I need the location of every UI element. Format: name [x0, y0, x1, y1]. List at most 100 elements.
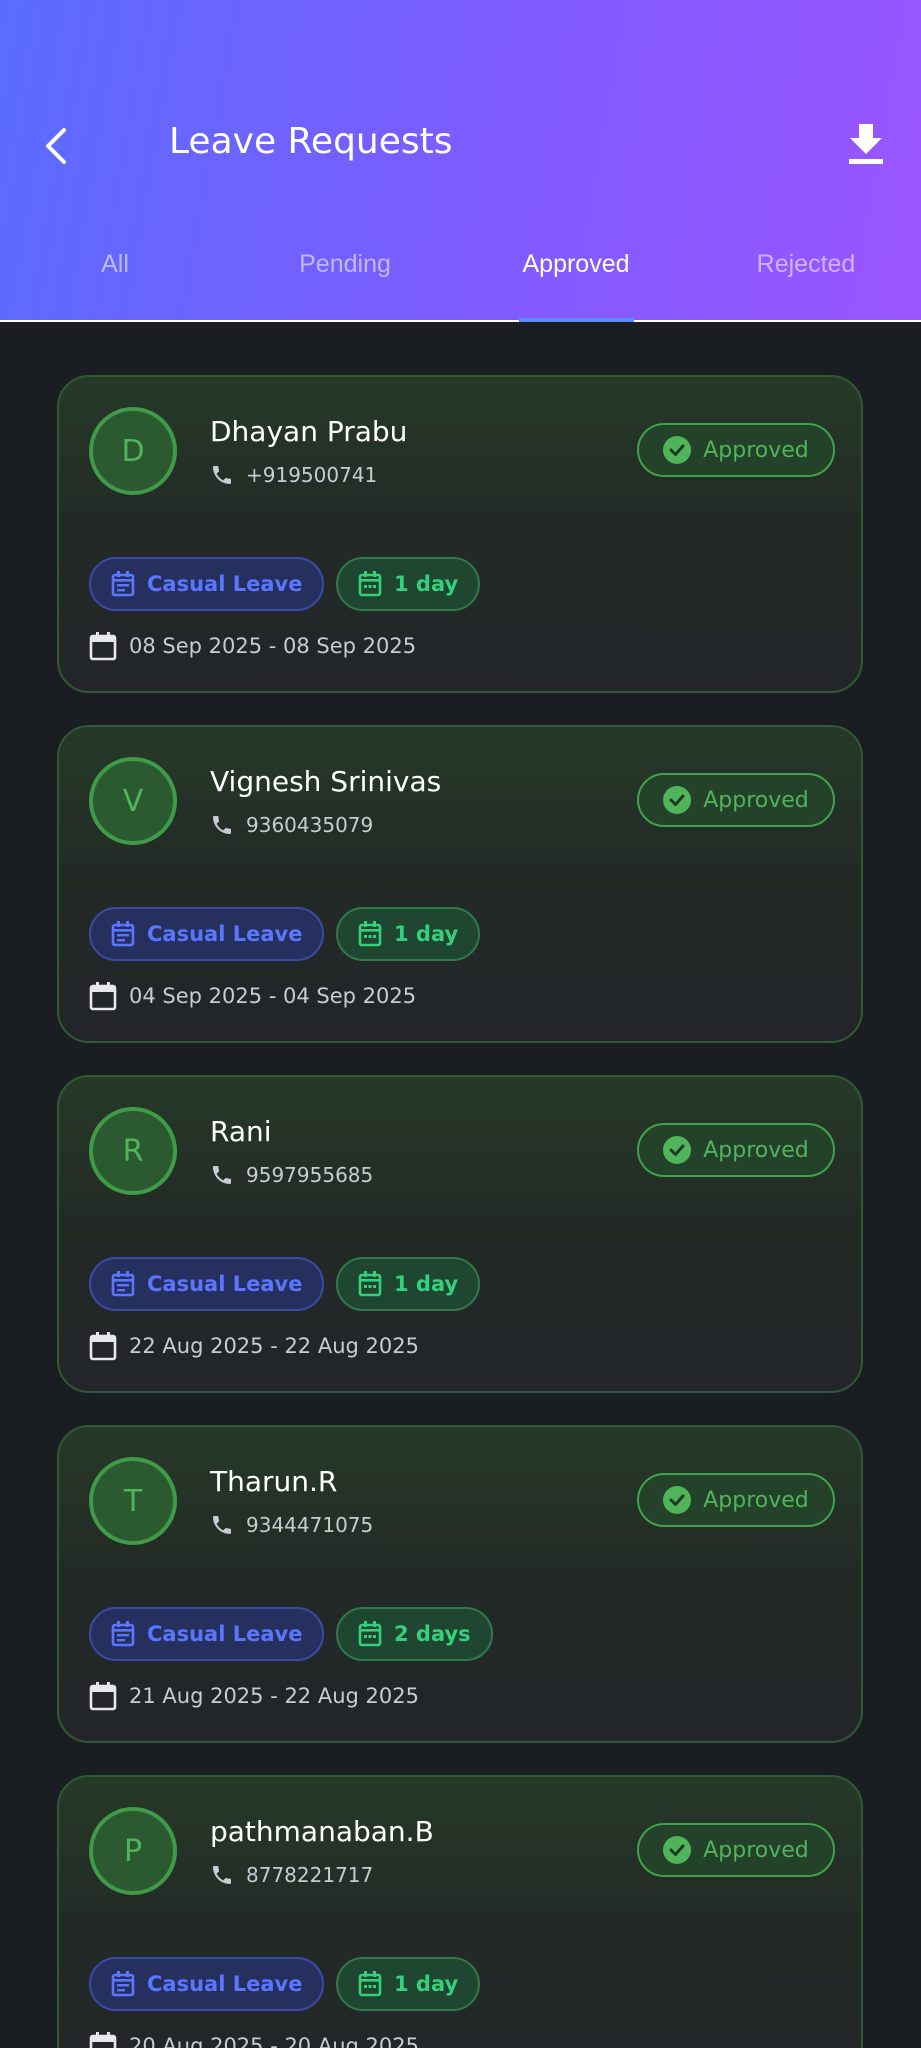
days-label: 1 day — [394, 922, 459, 946]
avatar: T — [89, 1457, 177, 1545]
days-label: 1 day — [394, 572, 459, 596]
app-header: Leave Requests All Pending Approved Reje… — [0, 0, 921, 322]
event-note-icon — [111, 921, 135, 947]
date-range: 08 Sep 2025 - 08 Sep 2025 — [129, 634, 417, 658]
calendar-icon — [89, 632, 117, 661]
check-circle-icon — [663, 786, 692, 814]
phone-number[interactable]: 9344471075 — [246, 1513, 373, 1537]
event-note-icon — [111, 1271, 135, 1297]
status-badge: Approved — [637, 773, 835, 827]
leave-type-chip: Casual Leave — [89, 557, 325, 611]
phone-number[interactable]: 9360435079 — [246, 813, 373, 837]
employee-name: Tharun.R — [210, 1465, 338, 1498]
phone-row: 9597955685 — [210, 1163, 373, 1187]
days-chip: 1 day — [336, 557, 481, 611]
leave-request-card[interactable]: T Tharun.R 9344471075 Approved Casual Le… — [57, 1425, 863, 1743]
leave-request-list[interactable]: D Dhayan Prabu +919500741 Approved Casua… — [0, 322, 921, 2048]
event-note-icon — [111, 571, 135, 597]
status-tabs: All Pending Approved Rejected — [0, 240, 921, 322]
leave-request-card[interactable]: R Rani 9597955685 Approved Casual Leave … — [57, 1075, 863, 1393]
phone-icon — [213, 1166, 231, 1184]
leave-type-chip: Casual Leave — [89, 1257, 325, 1311]
avatar: R — [89, 1107, 177, 1195]
check-circle-icon — [663, 1486, 692, 1514]
date-range-row: 21 Aug 2025 - 22 Aug 2025 — [89, 1681, 419, 1711]
leave-request-card[interactable]: D Dhayan Prabu +919500741 Approved Casua… — [57, 375, 863, 693]
days-label: 2 days — [394, 1622, 471, 1646]
back-button[interactable] — [38, 124, 74, 168]
status-badge: Approved — [637, 423, 835, 477]
status-badge: Approved — [637, 1473, 835, 1527]
leave-type-label: Casual Leave — [147, 572, 303, 596]
avatar: D — [89, 407, 177, 495]
leave-type-chip: Casual Leave — [89, 1607, 325, 1661]
phone-number[interactable]: +919500741 — [246, 463, 377, 487]
leave-request-card[interactable]: V Vignesh Srinivas 9360435079 Approved C… — [57, 725, 863, 1043]
tab-approved[interactable]: Approved — [461, 250, 691, 279]
event-note-icon — [111, 1971, 135, 1997]
check-circle-icon — [663, 1836, 692, 1864]
page-title: Leave Requests — [169, 121, 453, 162]
status-label: Approved — [703, 1837, 809, 1863]
calendar-icon — [89, 982, 117, 1011]
phone-icon — [213, 816, 231, 834]
date-range: 20 Aug 2025 - 20 Aug 2025 — [129, 2034, 419, 2048]
phone-icon — [213, 466, 231, 484]
date-range-row: 08 Sep 2025 - 08 Sep 2025 — [89, 631, 416, 661]
date-range: 04 Sep 2025 - 04 Sep 2025 — [129, 984, 417, 1008]
status-label: Approved — [703, 787, 809, 813]
days-chip: 1 day — [336, 1257, 481, 1311]
leave-type-chip: Casual Leave — [89, 907, 325, 961]
calendar-icon — [89, 1332, 117, 1361]
phone-icon — [213, 1516, 231, 1534]
phone-icon — [213, 1866, 231, 1884]
back-arrow-icon — [46, 128, 66, 164]
calendar-days-icon — [358, 1271, 382, 1297]
calendar-icon — [89, 1682, 117, 1711]
phone-row: +919500741 — [210, 463, 377, 487]
phone-number[interactable]: 9597955685 — [246, 1163, 373, 1187]
check-circle-icon — [663, 1136, 692, 1164]
status-label: Approved — [703, 1137, 809, 1163]
date-range: 21 Aug 2025 - 22 Aug 2025 — [129, 1684, 419, 1708]
calendar-days-icon — [358, 1971, 382, 1997]
download-icon — [849, 124, 883, 164]
days-chip: 2 days — [336, 1607, 493, 1661]
leave-type-label: Casual Leave — [147, 1972, 303, 1996]
phone-row: 9344471075 — [210, 1513, 373, 1537]
phone-number[interactable]: 8778221717 — [246, 1863, 373, 1887]
employee-name: Vignesh Srinivas — [210, 765, 442, 798]
status-label: Approved — [703, 437, 809, 463]
event-note-icon — [111, 1621, 135, 1647]
days-label: 1 day — [394, 1972, 459, 1996]
avatar: P — [89, 1807, 177, 1895]
leave-type-label: Casual Leave — [147, 922, 303, 946]
date-range-row: 04 Sep 2025 - 04 Sep 2025 — [89, 981, 416, 1011]
tab-all[interactable]: All — [0, 250, 230, 279]
avatar: V — [89, 757, 177, 845]
leave-type-label: Casual Leave — [147, 1622, 303, 1646]
calendar-icon — [89, 2032, 117, 2048]
tab-rejected[interactable]: Rejected — [691, 250, 921, 279]
download-button[interactable] — [846, 122, 886, 166]
employee-name: Dhayan Prabu — [210, 415, 408, 448]
date-range-row: 22 Aug 2025 - 22 Aug 2025 — [89, 1331, 419, 1361]
phone-row: 9360435079 — [210, 813, 373, 837]
employee-name: pathmanaban.B — [210, 1815, 434, 1848]
days-chip: 1 day — [336, 1957, 481, 2011]
tab-pending[interactable]: Pending — [230, 250, 460, 279]
days-label: 1 day — [394, 1272, 459, 1296]
days-chip: 1 day — [336, 907, 481, 961]
calendar-days-icon — [358, 921, 382, 947]
calendar-days-icon — [358, 571, 382, 597]
check-circle-icon — [663, 436, 692, 464]
leave-type-chip: Casual Leave — [89, 1957, 325, 2011]
leave-request-card[interactable]: P pathmanaban.B 8778221717 Approved Casu… — [57, 1775, 863, 2048]
leave-type-label: Casual Leave — [147, 1272, 303, 1296]
calendar-days-icon — [358, 1621, 382, 1647]
date-range: 22 Aug 2025 - 22 Aug 2025 — [129, 1334, 419, 1358]
phone-row: 8778221717 — [210, 1863, 373, 1887]
date-range-row: 20 Aug 2025 - 20 Aug 2025 — [89, 2031, 419, 2048]
status-label: Approved — [703, 1487, 809, 1513]
status-badge: Approved — [637, 1823, 835, 1877]
